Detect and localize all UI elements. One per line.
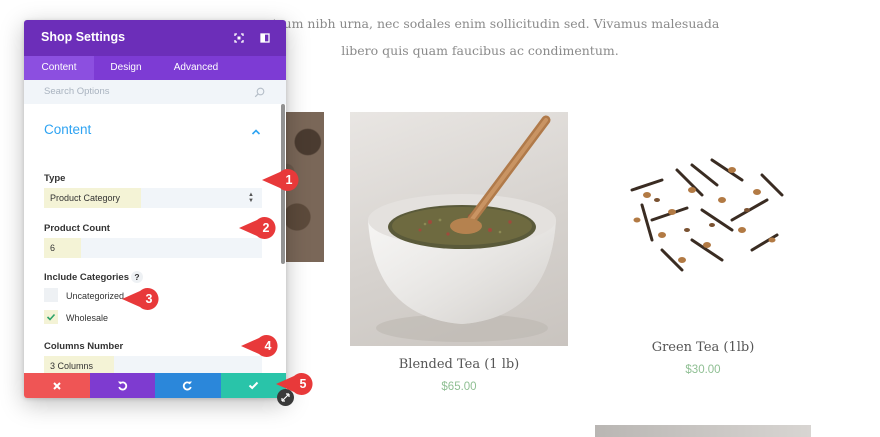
product-count-label: Product Count	[44, 223, 110, 234]
callout-number: 2	[262, 221, 270, 235]
tab-content[interactable]: Content	[24, 56, 94, 80]
checkmark-icon	[46, 313, 56, 321]
tab-advanced[interactable]: Advanced	[158, 56, 234, 80]
product-image-green-tea[interactable]	[592, 100, 814, 312]
page: se rutrum nibh urna, nec sodales enim so…	[0, 0, 880, 437]
checkbox-label-wholesale[interactable]: Wholesale	[66, 313, 108, 323]
undo-icon	[117, 381, 127, 391]
callout-marker-1: 1	[262, 169, 308, 191]
search-placeholder: Search Options	[44, 86, 110, 97]
callout-marker-2: 2	[239, 217, 285, 239]
undo-button[interactable]	[89, 373, 155, 398]
product-name-green-tea[interactable]: Green Tea (1lb)	[593, 340, 813, 355]
include-categories-label: Include Categories	[44, 272, 129, 283]
modal-header[interactable]: Shop Settings	[24, 20, 286, 56]
checkbox-label-uncategorized[interactable]: Uncategorized	[66, 291, 124, 301]
type-select-value: Product Category	[50, 193, 121, 203]
product-image-bottom-partial[interactable]	[595, 425, 811, 437]
type-select[interactable]: Product Category ▲ ▼	[44, 188, 262, 208]
checkbox-uncategorized[interactable]	[44, 288, 58, 302]
product-count-input[interactable]: 6	[44, 238, 262, 258]
chevron-up-icon[interactable]	[251, 123, 261, 141]
modal-title: Shop Settings	[41, 30, 126, 44]
callout-marker-4: 4	[241, 335, 287, 357]
check-icon	[248, 381, 258, 390]
callout-number: 3	[145, 292, 153, 306]
callout-marker-3: 3	[122, 288, 168, 310]
product-image-blended-tea[interactable]	[350, 112, 568, 346]
columns-number-select[interactable]: 3 Columns	[44, 356, 262, 373]
columns-number-value: 3 Columns	[50, 361, 94, 371]
type-label: Type	[44, 173, 66, 184]
select-arrows-icon: ▲ ▼	[248, 192, 254, 204]
tab-bar: Content Design Advanced	[24, 56, 286, 80]
help-icon[interactable]: ?	[131, 271, 143, 283]
checkbox-wholesale[interactable]	[44, 310, 58, 324]
split-view-icon[interactable]	[257, 30, 273, 46]
product-price-blended-tea: $65.00	[441, 381, 477, 393]
section-title-content[interactable]: Content	[44, 122, 91, 137]
modal-footer	[24, 373, 286, 398]
callout-marker-5: 5	[276, 373, 322, 395]
search-input[interactable]: Search Options	[24, 80, 286, 104]
discard-button[interactable]	[24, 373, 90, 398]
close-icon	[53, 381, 61, 390]
product-count-value: 6	[50, 243, 56, 253]
search-icon	[254, 85, 265, 103]
callout-number: 4	[264, 339, 272, 353]
product-name-blended-tea[interactable]: Blended Tea (1 lb)	[349, 357, 569, 372]
product-price-green-tea: $30.00	[685, 364, 721, 376]
callout-number: 5	[299, 377, 307, 391]
callout-number: 1	[285, 173, 293, 187]
columns-number-label: Columns Number	[44, 341, 124, 352]
tab-design[interactable]: Design	[94, 56, 158, 80]
redo-icon	[183, 381, 193, 391]
redo-button[interactable]	[155, 373, 221, 398]
fullscreen-icon[interactable]	[231, 30, 247, 46]
